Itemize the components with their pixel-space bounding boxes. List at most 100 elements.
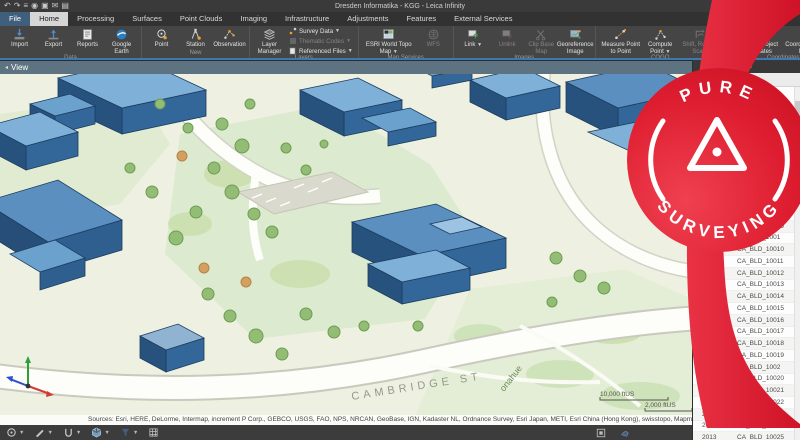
- table-row[interactable]: 2013 CA_BLD_10024: [693, 421, 795, 433]
- table-row[interactable]: 2013 CA_BLD_1002: [693, 362, 795, 374]
- link-button[interactable]: Link ▼: [457, 27, 490, 55]
- wfs-button[interactable]: WFS: [417, 27, 450, 55]
- ribbon-group-map-services: ESRI World Topo Map ▼ WFS Map Services: [359, 26, 454, 58]
- table-row[interactable]: 2013 CA_BLD_10019: [693, 350, 795, 362]
- map-3d-view[interactable]: CAMBRIDGE ST onahue: [0, 74, 692, 425]
- table-row[interactable]: 2013 CA_BLD_10016: [693, 315, 795, 327]
- observation-button[interactable]: Observation: [213, 27, 246, 50]
- tab-home[interactable]: Home: [30, 12, 68, 26]
- clip-base-map-button[interactable]: Clip Base Map: [525, 27, 558, 55]
- filter-y-icon[interactable]: ▾: [739, 75, 743, 84]
- compute-point-icon: [654, 28, 667, 41]
- table-row[interactable]: 2013 CA_BLD_10017: [693, 327, 795, 339]
- table-row[interactable]: 2013 CA_BLD_10025: [693, 432, 795, 440]
- tab-features[interactable]: Features: [398, 12, 446, 26]
- snap-mode-control[interactable]: ▼: [63, 427, 81, 438]
- unlink-button[interactable]: Unlink: [491, 27, 524, 55]
- tab-processing[interactable]: Processing: [68, 12, 123, 26]
- tab-imaging[interactable]: Imaging: [231, 12, 276, 26]
- table-row[interactable]: 2013 CA_BLD_10010: [693, 244, 795, 256]
- tab-infrastructure[interactable]: Infrastructure: [276, 12, 338, 26]
- google-earth-button[interactable]: Google Earth: [105, 27, 138, 55]
- cell-year: 2013: [693, 422, 728, 429]
- export-button[interactable]: Export: [37, 27, 70, 55]
- cell-year: 2013: [693, 387, 728, 394]
- table-view-control[interactable]: [148, 427, 159, 438]
- coordinate-system-manager-button[interactable]: Coordinate System Manager: [784, 27, 800, 55]
- tab-adjustments[interactable]: Adjustments: [338, 12, 397, 26]
- table-row[interactable]: 2013 CA_BLD_1001: [693, 233, 795, 245]
- selection-mode-control[interactable]: ▼: [6, 427, 24, 438]
- referenced-files-dropdown[interactable]: Referenced Files▼: [289, 47, 353, 55]
- survey-data-dropdown[interactable]: Survey Data▼: [289, 27, 353, 35]
- columns-icon[interactable]: ▥: [715, 75, 722, 84]
- tab-file[interactable]: File: [0, 12, 30, 26]
- tab-external-services[interactable]: External Services: [445, 12, 521, 26]
- thematic-codes-dropdown[interactable]: Thematic Codes▼: [289, 37, 353, 45]
- table-row[interactable]: 2013 CA_BLD_10015: [693, 303, 795, 315]
- cell-year: 2013: [693, 246, 728, 253]
- cell-year: 2013: [693, 258, 728, 265]
- cell-building-id: CA_BLD_10019: [728, 352, 784, 359]
- title-bar: ↶ ↷ ≡ ◉ ▣ ✉ ▤ Dresden Informatika - KGG …: [0, 0, 800, 12]
- shift-rotate-scale-button[interactable]: Shift, Rotate, Scale: [678, 27, 722, 55]
- table-row[interactable]: 2013 CA_BLD_10022: [693, 397, 795, 409]
- table-row[interactable]: 2013 CA_BLD_10018: [693, 338, 795, 350]
- cell-year: 2013: [693, 340, 728, 347]
- filter-control[interactable]: ▼: [120, 427, 138, 438]
- cell-year: 2013: [693, 352, 728, 359]
- layer-manager-icon: [263, 28, 276, 41]
- group-label-new: New: [145, 50, 246, 58]
- ribbon-group-new: Point Station Observation New: [142, 26, 250, 58]
- table-row[interactable]: 2013 CA_BLD_10021: [693, 385, 795, 397]
- table-row[interactable]: 2013 CA_BLD_10011: [693, 256, 795, 268]
- map-canvas: CAMBRIDGE ST onahue: [0, 74, 692, 416]
- esri-world-topo-map-button[interactable]: ESRI World Topo Map ▼: [362, 27, 416, 55]
- view-header[interactable]: ◂ View: [0, 60, 692, 74]
- dock-window-icon[interactable]: [596, 428, 606, 438]
- ribbon: Import Export Reports Google Earth Data …: [0, 26, 800, 60]
- status-filter-icon: [120, 427, 131, 438]
- georeference-image-button[interactable]: Georeference Image: [559, 27, 592, 55]
- compute-project-coordinates-button[interactable]: Compute Project Coordinates: [729, 27, 783, 55]
- cell-year: 2013: [693, 317, 728, 324]
- feature-table[interactable]: 2013 CA_BLD_10008 2013 CA_BLD_10009 2013…: [693, 87, 800, 440]
- panel-tab[interactable]: AMB3D_Cityw: [693, 60, 800, 73]
- layer-manager-button[interactable]: Layer Manager: [253, 27, 286, 55]
- cell-building-id: CA_BLD_10011: [728, 258, 784, 265]
- table-body: 2013 CA_BLD_10008 2013 CA_BLD_10009 2013…: [693, 209, 795, 440]
- table-row[interactable]: 2013 CA_BLD_10008: [693, 209, 795, 221]
- table-row[interactable]: 2013 CA_BLD_10013: [693, 280, 795, 292]
- ribbon-group-data: Import Export Reports Google Earth Data: [0, 26, 142, 58]
- cell-building-id: CA_BLD_10018: [728, 340, 784, 347]
- measure-point-to-point-button[interactable]: Measure Point to Point: [599, 27, 643, 55]
- cell-year: 2013: [693, 270, 728, 277]
- cell-year: 2013: [693, 411, 728, 418]
- compute-point-button[interactable]: Compute Point ▼: [644, 27, 677, 55]
- reports-button[interactable]: Reports: [71, 27, 104, 55]
- sort-icon[interactable]: ⇅: [705, 75, 711, 84]
- referenced-files-icon: [289, 47, 297, 55]
- panel-filter-bar: ⇅ ▥ ▾: [693, 73, 800, 87]
- cell-building-id: CA_BLD_10013: [728, 281, 784, 288]
- point-button[interactable]: Point: [145, 27, 178, 50]
- panel-scrollbar[interactable]: [794, 87, 800, 440]
- table-row[interactable]: 2013 CA_BLD_10012: [693, 268, 795, 280]
- import-button[interactable]: Import: [3, 27, 36, 55]
- table-row[interactable]: 2013 CA_BLD_10023: [693, 409, 795, 421]
- view-collapse-icon[interactable]: ◂: [5, 64, 8, 71]
- tab-point-clouds[interactable]: Point Clouds: [171, 12, 232, 26]
- compute-project-coordinates-icon: [749, 28, 762, 41]
- table-row[interactable]: 2013 CA_BLD_10014: [693, 291, 795, 303]
- station-button[interactable]: Station: [179, 27, 212, 50]
- pan-tool-icon[interactable]: [620, 428, 630, 438]
- table-row[interactable]: 2013 CA_BLD_10009: [693, 221, 795, 233]
- cell-year: 2013: [693, 223, 728, 230]
- window-title: Dresden Informatika - KGG - Leica Infini…: [0, 3, 800, 10]
- table-row[interactable]: 2013 CA_BLD_10020: [693, 374, 795, 386]
- view-3d-control[interactable]: ▼: [91, 427, 109, 438]
- sketch-tool-control[interactable]: ▼: [34, 427, 52, 438]
- tab-surfaces[interactable]: Surfaces: [123, 12, 171, 26]
- cell-year: 2013: [693, 281, 728, 288]
- funnel-filter-icon[interactable]: [726, 75, 735, 84]
